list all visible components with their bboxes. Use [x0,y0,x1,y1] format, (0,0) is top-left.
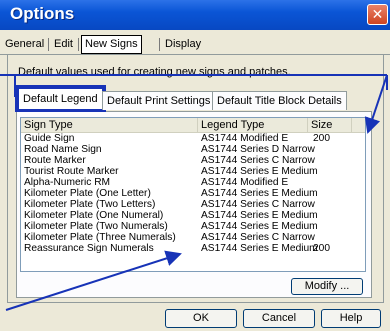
sign-type-cell: Reassurance Sign Numerals [24,243,154,254]
tab-separator [159,38,160,51]
sign-type-cell: Alpha-Numeric RM [24,177,111,188]
frame-right [383,55,384,303]
legend-type-cell: AS1744 Series E Medium [201,210,318,221]
sign-type-cell: Route Marker [24,155,86,166]
sign-type-cell: Tourist Route Marker [24,166,119,177]
tab-separator [78,38,79,51]
modify-button[interactable]: Modify ... [291,278,363,295]
list-row[interactable]: Kilometer Plate (Two Letters) AS1744 Ser… [21,199,365,210]
cancel-button[interactable]: Cancel [243,309,315,328]
list-row[interactable]: Reassurance Sign Numerals AS1744 Series … [21,243,365,254]
size-cell: 200 [313,243,330,254]
list-row[interactable]: Guide Sign AS1744 Modified E 200 [21,133,365,144]
sign-type-list[interactable]: Sign Type Legend Type Size Guide Sign AS… [20,117,366,272]
list-row[interactable]: Kilometer Plate (One Numeral) AS1744 Ser… [21,210,365,221]
sign-type-cell: Guide Sign [24,133,75,144]
legend-type-cell: AS1744 Series C Narrow [201,155,315,166]
legend-type-cell: AS1744 Series E Medium [201,188,318,199]
window-title: Options [10,4,75,23]
options-dialog: Options ✕ General Edit New Signs Display… [0,0,390,331]
tab-display[interactable]: Display [162,35,204,53]
list-row[interactable]: Road Name Sign AS1744 Series D Narrow [21,144,365,155]
tab-default-print-settings[interactable]: Default Print Settings [102,91,216,110]
frame-bottom [7,302,384,303]
close-icon: ✕ [371,6,384,22]
column-header-size[interactable]: Size [308,118,352,132]
list-row[interactable]: Kilometer Plate (Two Numerals) AS1744 Se… [21,221,365,232]
help-button[interactable]: Help [321,309,381,328]
sign-type-cell: Kilometer Plate (One Letter) [24,188,151,199]
tab-default-title-block-details[interactable]: Default Title Block Details [212,91,347,110]
list-header: Sign Type Legend Type Size [21,118,365,133]
list-row[interactable]: Alpha-Numeric RM AS1744 Modified E [21,177,365,188]
legend-type-cell: AS1744 Modified E [201,133,289,144]
list-row[interactable]: Kilometer Plate (Three Numerals) AS1744 … [21,232,365,243]
list-row[interactable]: Kilometer Plate (One Letter) AS1744 Seri… [21,188,365,199]
legend-type-cell: AS1744 Series D Narrow [201,144,315,155]
sign-type-cell: Road Name Sign [24,144,102,155]
frame-left [7,55,8,303]
legend-type-cell: AS1744 Series C Narrow [201,232,315,243]
legend-type-cell: AS1744 Series C Narrow [201,199,315,210]
legend-type-cell: AS1744 Series E Medium [201,221,318,232]
ok-button[interactable]: OK [165,309,237,328]
sign-type-cell: Kilometer Plate (Three Numerals) [24,232,176,243]
column-header-sign-type[interactable]: Sign Type [21,118,198,132]
description-text: Default values used for creating new sig… [18,66,291,78]
tab-default-legend[interactable]: Default Legend [15,85,106,112]
tab-new-signs[interactable]: New Signs [81,35,142,54]
column-header-legend-type[interactable]: Legend Type [198,118,308,132]
tab-separator [48,38,49,51]
options-tab-strip: General Edit New Signs Display [0,35,390,55]
list-row[interactable]: Tourist Route Marker AS1744 Series E Med… [21,166,365,177]
close-button[interactable]: ✕ [367,4,388,25]
title-bar[interactable]: Options ✕ [0,0,390,30]
tab-general[interactable]: General [2,35,47,53]
legend-type-cell: AS1744 Modified E [201,177,289,188]
sign-type-cell: Kilometer Plate (Two Numerals) [24,221,168,232]
tab-edit[interactable]: Edit [51,35,76,53]
sign-type-cell: Kilometer Plate (Two Letters) [24,199,156,210]
legend-type-cell: AS1744 Series E Medium [201,243,318,254]
size-cell: 200 [313,133,330,144]
legend-type-cell: AS1744 Series E Medium [201,166,318,177]
list-row[interactable]: Route Marker AS1744 Series C Narrow [21,155,365,166]
sign-type-cell: Kilometer Plate (One Numeral) [24,210,164,221]
